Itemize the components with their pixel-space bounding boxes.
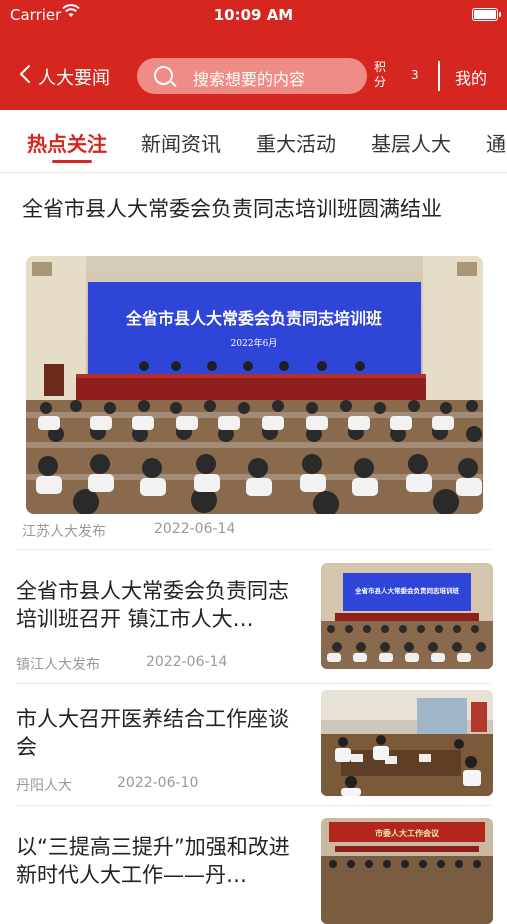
article-title[interactable]: 以“三提高三提升”加强和改进新时代人大工作——丹… — [16, 833, 306, 889]
search-input[interactable]: 搜索想要的内容 — [137, 58, 367, 94]
tab-grassroots[interactable]: 基层人大 — [371, 128, 451, 157]
category-tabs: 热点关注 新闻资讯 重大活动 基层人大 通 — [0, 110, 507, 173]
article-source: 丹阳人大 — [16, 778, 72, 794]
article-thumbnail[interactable] — [321, 690, 493, 796]
status-bar: Carrier 10:09 AM — [0, 0, 507, 30]
thumb-banner-text: 市委人大工作会议 — [375, 828, 440, 838]
nav-divider — [438, 61, 440, 91]
feature-source: 江苏人大发布 — [22, 524, 106, 540]
article-date: 2022-06-14 — [146, 654, 228, 670]
banner-date: 2022年6月 — [231, 337, 278, 349]
article-title[interactable]: 全省市县人大常委会负责同志培训班召开 镇江市人大… — [16, 577, 306, 633]
app-header: Carrier 10:09 AM 人大要闻 搜索想要的内容 积分 3 我的 — [0, 0, 507, 110]
banner-text: 全省市县人大常委会负责同志培训班 — [125, 309, 382, 328]
chevron-left-icon — [18, 63, 32, 90]
article-date: 2022-06-10 — [117, 775, 199, 791]
thumb-banner-text: 全省市县人大常委会负责同志培训班 — [354, 586, 460, 595]
battery-icon — [472, 8, 501, 21]
mine-button[interactable]: 我的 — [455, 65, 487, 89]
article-source: 镇江人大发布 — [16, 657, 100, 673]
feature-photo[interactable]: 全省市县人大常委会负责同志培训班 2022年6月 — [26, 256, 483, 514]
tab-news[interactable]: 新闻资讯 — [141, 128, 221, 157]
nav-bar: 人大要闻 搜索想要的内容 积分 3 我的 — [0, 52, 507, 98]
article-thumbnail[interactable]: 市委人大工作会议 — [321, 818, 493, 924]
tab-hot[interactable]: 热点关注 — [27, 128, 107, 157]
article-thumbnail[interactable]: 全省市县人大常委会负责同志培训班 — [321, 563, 493, 669]
divider — [16, 683, 492, 684]
divider — [16, 805, 492, 806]
points-label: 积分 — [374, 60, 387, 89]
points-value[interactable]: 3 — [411, 68, 419, 82]
search-icon — [154, 66, 173, 85]
active-tab-indicator — [52, 160, 92, 163]
search-placeholder: 搜索想要的内容 — [193, 70, 306, 89]
article-title[interactable]: 市人大召开医养结合工作座谈会 — [16, 705, 306, 761]
tab-more[interactable]: 通 — [486, 128, 506, 157]
feature-title[interactable]: 全省市县人大常委会负责同志培训班圆满结业 — [22, 196, 462, 223]
feature-date: 2022-06-14 — [154, 521, 236, 537]
status-time: 10:09 AM — [213, 6, 294, 24]
back-label: 人大要闻 — [38, 68, 110, 89]
divider — [16, 549, 492, 550]
tab-events[interactable]: 重大活动 — [256, 128, 336, 157]
